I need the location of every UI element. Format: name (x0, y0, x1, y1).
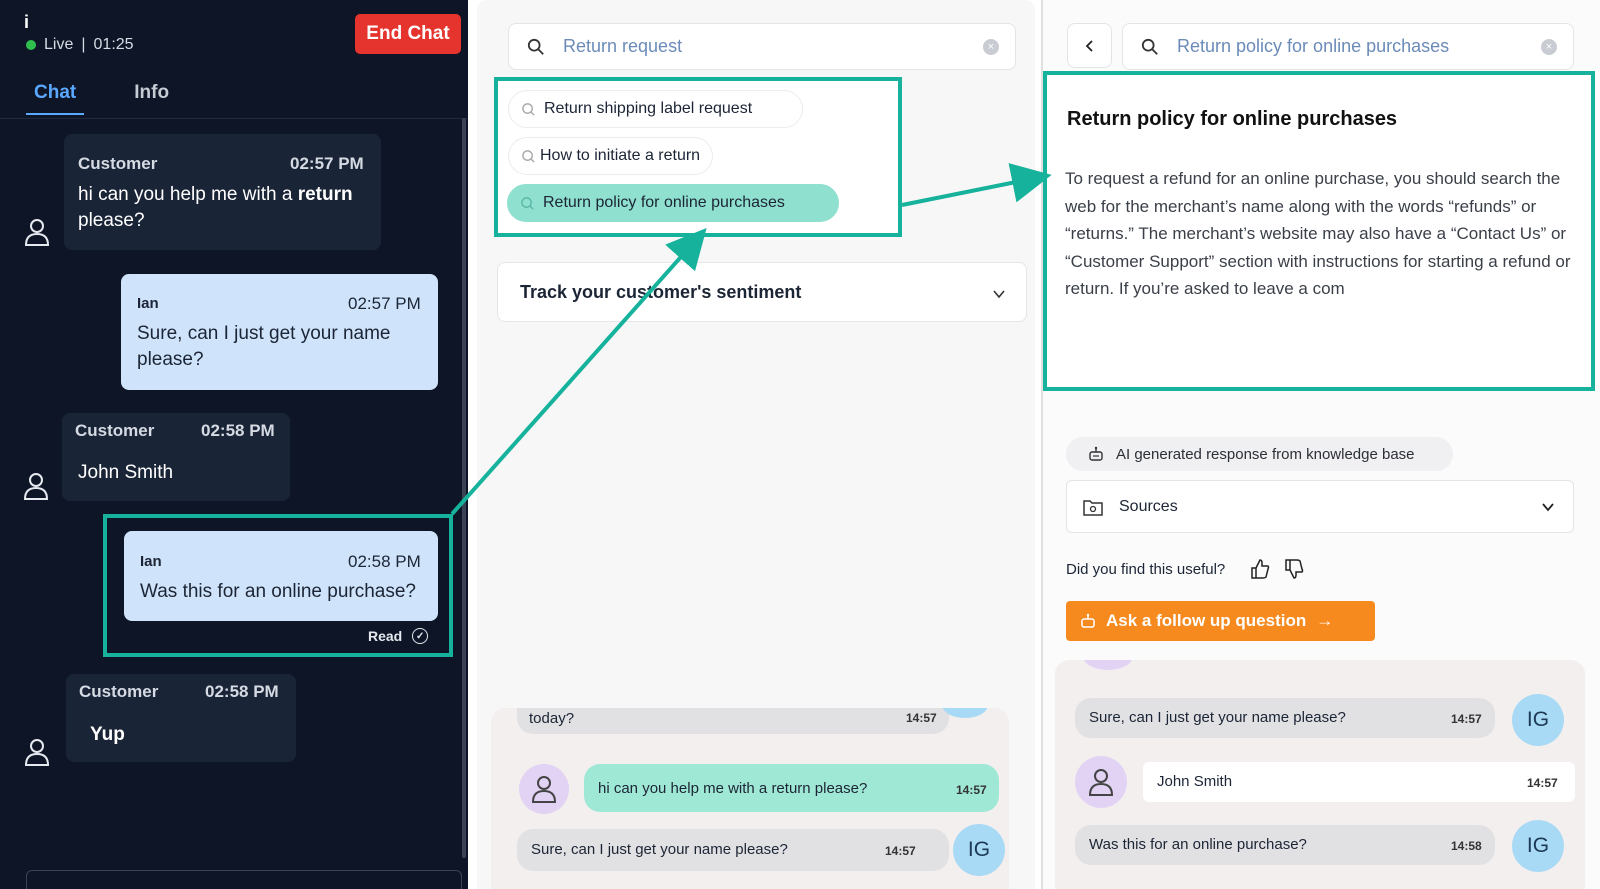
thumbs-down-icon[interactable] (1283, 558, 1305, 580)
chat-timer: 01:25 (93, 36, 134, 53)
chat-tabs: Chat Info (26, 78, 177, 115)
search-icon (527, 38, 544, 55)
chat-bubble: Sure, can I just get your name please? 1… (1075, 698, 1495, 738)
customer-avatar-icon (24, 219, 50, 246)
bubble-text: Sure, can I just get your name please? (1089, 709, 1346, 726)
chat-bubble-highlighted: hi can you help me with a return please?… (584, 764, 999, 812)
chat-bubble: Was this for an online purchase? 14:58 (1075, 825, 1495, 865)
ai-generated-badge: AI generated response from knowledge bas… (1066, 437, 1453, 471)
chevron-left-icon (1085, 39, 1093, 52)
highlight-box-suggestions (494, 77, 902, 237)
chat-bubble: Sure, can I just get your name please? 1… (517, 829, 949, 871)
back-button[interactable] (1067, 23, 1112, 68)
person-icon (1088, 769, 1114, 796)
message-time: 02:57 PM (290, 154, 364, 173)
sentiment-tracker[interactable]: Track your customer's sentiment (497, 262, 1027, 322)
customer-avatar-icon (23, 473, 49, 500)
highlight-box-answer (1043, 71, 1595, 391)
message-text: hi can you help me with a return please? (78, 184, 353, 231)
ask-follow-up-button[interactable]: Ask a follow up question → (1066, 601, 1375, 641)
customer-avatar (1075, 756, 1127, 808)
bubble-text: John Smith (1157, 773, 1233, 790)
assist-chat-preview: today? 14:57 hi can you help me with a r… (491, 708, 1009, 889)
info-icon[interactable]: i (24, 12, 29, 33)
message-sender: Customer (75, 421, 155, 440)
sources-dropdown[interactable]: Sources (1066, 480, 1574, 533)
live-dot-icon (26, 40, 36, 50)
answer-chat-preview: Sure, can I just get your name please? 1… (1055, 660, 1585, 889)
customer-avatar-icon (24, 739, 50, 766)
message-input[interactable] (26, 870, 462, 889)
tabs-divider (0, 118, 468, 119)
chat-scrollbar[interactable] (462, 118, 466, 858)
live-label: Live (44, 36, 74, 53)
sentiment-title: Track your customer's sentiment (520, 282, 802, 302)
bubble-text: hi can you help me with a return please? (598, 780, 868, 797)
answer-search-input[interactable]: Return policy for online purchases × (1122, 23, 1574, 70)
chevron-down-icon (1542, 503, 1554, 512)
search-input[interactable]: Return request × (508, 23, 1016, 70)
search-value: Return request (563, 36, 683, 56)
agent-chat-panel: i Live | 01:25 End Chat Chat Info Custom… (0, 0, 468, 889)
highlight-box-agent-message (103, 514, 453, 657)
arrow-right-icon: → (1316, 611, 1334, 630)
search-value: Return policy for online purchases (1177, 36, 1450, 56)
customer-message: Customer 02:58 PM John Smith (62, 413, 290, 501)
customer-message: Customer 02:58 PM Yup (66, 674, 296, 762)
bubble-time: 14:57 (956, 783, 987, 797)
folder-icon (1083, 499, 1103, 516)
agent-avatar: IG (953, 824, 1005, 876)
ai-label: AI generated response from knowledge bas… (1116, 445, 1415, 463)
customer-avatar (519, 764, 569, 814)
message-time: 02:58 PM (201, 421, 275, 440)
clear-icon[interactable]: × (983, 38, 999, 55)
bubble-text: Sure, can I just get your name please? (531, 841, 788, 858)
sources-label: Sources (1119, 497, 1178, 515)
feedback-row: Did you find this useful? (1066, 558, 1305, 580)
chat-header: i Live | 01:25 End Chat Chat Info (0, 0, 468, 120)
bubble-time: 14:57 (1451, 712, 1482, 726)
person-icon (531, 776, 557, 803)
chevron-down-icon (993, 290, 1005, 299)
live-status: Live | 01:25 (26, 36, 134, 54)
useful-label: Did you find this useful? (1066, 560, 1226, 578)
agent-avatar: IG (1512, 694, 1564, 746)
agent-avatar: IG (1512, 820, 1564, 872)
message-text: Sure, can I just get your name please? (137, 323, 391, 370)
message-time: 02:58 PM (205, 682, 279, 701)
end-chat-button[interactable]: End Chat (355, 14, 461, 54)
search-icon (1141, 38, 1158, 55)
robot-icon (1089, 446, 1103, 461)
bubble-time: 14:57 (885, 844, 916, 858)
customer-avatar (1083, 660, 1133, 670)
bubble-text: Was this for an online purchase? (1089, 836, 1307, 853)
tab-info[interactable]: Info (126, 78, 177, 115)
bubble-time: 14:58 (1451, 839, 1482, 853)
tab-chat[interactable]: Chat (26, 78, 85, 115)
customer-message: Customer 02:57 PM hi can you help me wit… (64, 134, 381, 250)
message-sender: Customer (79, 682, 159, 701)
divider: | (81, 36, 86, 53)
bubble-text: today? (529, 710, 575, 727)
chat-bubble: today? 14:57 (517, 708, 949, 734)
message-text: John Smith (78, 462, 174, 483)
agent-message: Ian 02:57 PM Sure, can I just get your n… (121, 274, 438, 390)
follow-up-label: Ask a follow up question (1106, 611, 1307, 630)
robot-icon (1081, 613, 1095, 628)
message-sender: Ian (137, 295, 159, 312)
bubble-time: 14:57 (906, 711, 937, 725)
bubble-time: 14:57 (1527, 776, 1558, 790)
message-sender: Customer (78, 154, 158, 173)
thumbs-up-icon[interactable] (1249, 558, 1271, 580)
message-time: 02:57 PM (348, 294, 421, 313)
clear-icon[interactable]: × (1541, 38, 1557, 55)
chat-bubble: John Smith 14:57 (1143, 762, 1575, 802)
message-text: Yup (90, 724, 125, 745)
